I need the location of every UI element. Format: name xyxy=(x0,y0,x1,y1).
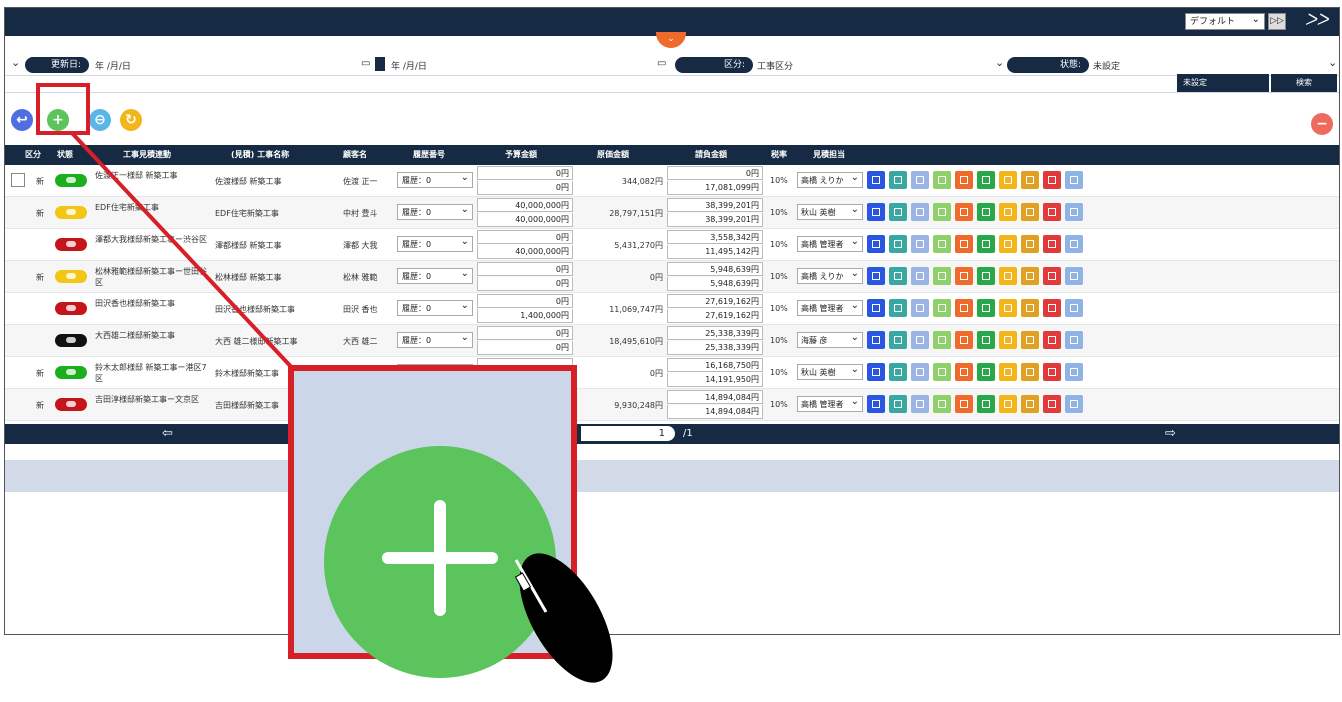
mouse-cursor-icon xyxy=(514,553,613,683)
callout-connector-line xyxy=(70,131,298,374)
plus-icon-vertical xyxy=(434,500,446,616)
